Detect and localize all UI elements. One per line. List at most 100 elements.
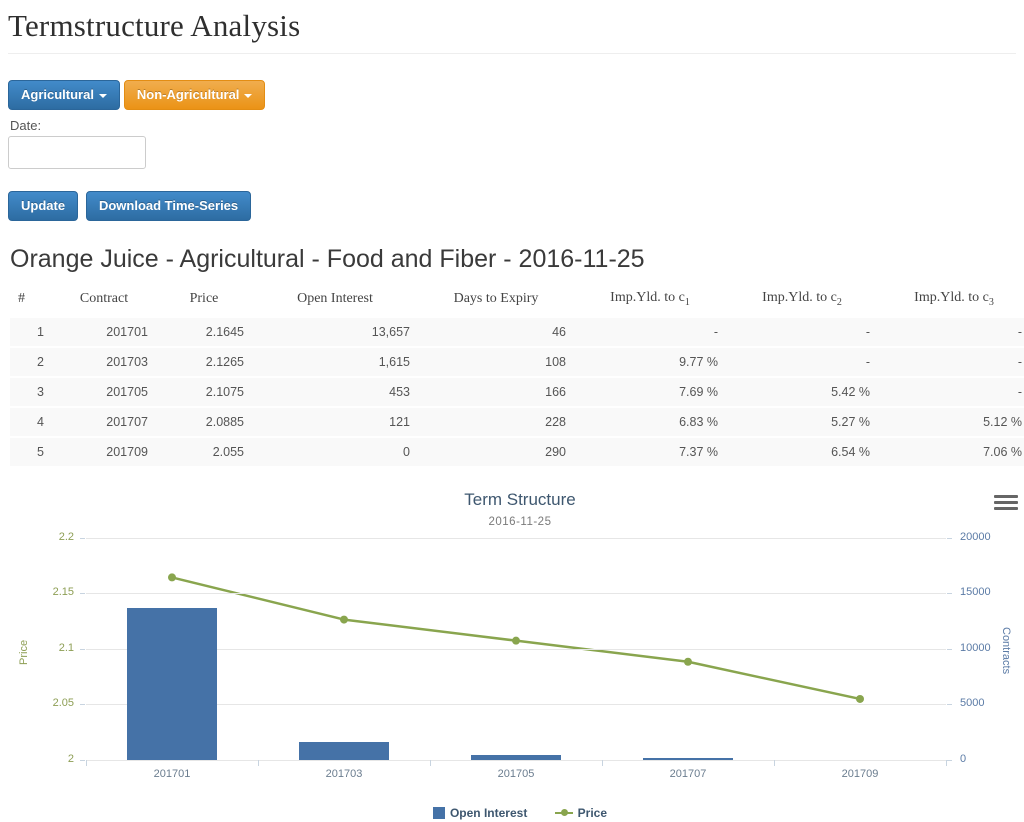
x-axis-tick	[946, 759, 947, 766]
table-column-header-price: Price	[156, 284, 252, 318]
bar-201701[interactable]	[127, 608, 217, 760]
bar-201707[interactable]	[643, 758, 733, 760]
table-cell-y3: -	[878, 345, 1024, 377]
table-cell-num: 4	[10, 405, 52, 437]
table-cell-contract: 201709	[52, 435, 156, 466]
y-axis-left-tick	[80, 537, 85, 539]
gridline	[86, 759, 946, 761]
legend-item-price[interactable]: Price	[554, 805, 608, 820]
x-axis-tick	[86, 759, 87, 766]
table-cell-contract: 201701	[52, 315, 156, 347]
non-agricultural-dropdown-button[interactable]: Non-Agricultural	[123, 80, 266, 110]
hamburger-bar	[994, 500, 1018, 504]
table-cell-price: 2.1265	[156, 345, 252, 377]
agricultural-dropdown-button[interactable]: Agricultural	[8, 80, 120, 110]
table-cell-contract: 201707	[52, 405, 156, 437]
hamburger-icon[interactable]	[992, 490, 1020, 516]
table-header-row: # Contract Price Open Interest Days to Expir…	[10, 284, 1024, 318]
table-cell-num: 5	[10, 435, 52, 466]
table-cell-y1: 7.37 %	[574, 435, 726, 466]
table-column-header-y1: Imp.Yld. to c1	[574, 284, 726, 318]
y-axis-left-tick-label: 2.1	[58, 641, 74, 654]
hamburger-bar	[994, 494, 1018, 498]
table-cell-oi: 13,657	[252, 315, 418, 347]
table-cell-price: 2.1645	[156, 315, 252, 347]
y-axis-right-tick-label: 20000	[960, 530, 991, 543]
table-cell-dte: 46	[418, 315, 574, 347]
table-column-header-dte: Days to Expiry	[418, 284, 574, 318]
y-axis-right-title: Contracts	[1000, 626, 1012, 674]
table-header: # Contract Price Open Interest Days to Expir…	[10, 284, 1024, 318]
bar-201703[interactable]	[299, 741, 389, 760]
price-point-201703[interactable]	[340, 615, 348, 624]
table-cell-y3: 7.06 %	[878, 435, 1024, 466]
table-cell-y2: 6.54 %	[726, 435, 878, 466]
y-axis-left-tick-label: 2.2	[58, 530, 74, 543]
chart-legend: Open Interest Price	[8, 805, 1024, 820]
table-cell-num: 1	[10, 315, 52, 347]
table-cell-y2: 5.42 %	[726, 375, 878, 407]
table-body: 12017012.164513,65746----22017032.12651,…	[10, 315, 1024, 466]
table-cell-y2: -	[726, 315, 878, 347]
table-cell-price: 2.055	[156, 435, 252, 466]
y-axis-right-tick-label: 5000	[960, 697, 985, 710]
x-axis-tick	[258, 759, 259, 766]
table-cell-y1: -	[574, 315, 726, 347]
hamburger-bar	[994, 506, 1018, 510]
action-button-group: Update Download Time-Series	[8, 191, 1016, 221]
download-time-series-button[interactable]: Download Time-Series	[85, 191, 252, 221]
price-point-201705[interactable]	[512, 636, 520, 645]
y-axis-right-tick	[947, 704, 952, 706]
table-cell-contract: 201703	[52, 345, 156, 377]
price-point-201709[interactable]	[856, 694, 864, 703]
y-axis-left-title: Price	[18, 639, 30, 665]
legend-item-open-interest[interactable]: Open Interest	[432, 805, 528, 820]
table-column-header-contract: Contract	[52, 284, 156, 318]
table-row: 22017032.12651,6151089.77 %---	[10, 345, 1024, 377]
update-button[interactable]: Update	[8, 191, 79, 221]
title-divider	[8, 53, 1016, 54]
table-cell-num: 2	[10, 345, 52, 377]
date-label: Date:	[10, 118, 42, 133]
table-cell-oi: 453	[252, 375, 418, 407]
chart-title: Term Structure	[464, 489, 576, 509]
term-structure-chart: Term Structure 2016-11-25 2 0 2.05 5000 2.1 1…	[8, 482, 1024, 822]
table-cell-y1: 6.83 %	[574, 405, 726, 437]
legend-label-open-interest: Open Interest	[449, 805, 528, 820]
page-title: Termstructure Analysis	[8, 8, 301, 43]
x-axis-label-201703: 201703	[325, 767, 363, 780]
y-axis-left-tick	[80, 593, 85, 595]
y-axis-right-tick-label: 15000	[960, 586, 991, 599]
non-agricultural-label: Non-Agricultural	[136, 87, 240, 102]
y-axis-right-tick	[947, 648, 952, 650]
date-input[interactable]	[8, 136, 146, 169]
y-axis-right-tick-label: 0	[960, 752, 967, 765]
y-axis-right-tick	[947, 759, 952, 761]
table-row: 52017092.05502907.37 %6.54 %7.06 %8.96 %	[10, 435, 1024, 466]
bar-201705[interactable]	[471, 754, 561, 760]
y-axis-right-tick-label: 10000	[960, 641, 991, 654]
gridline	[86, 537, 946, 539]
table-cell-dte: 108	[418, 345, 574, 377]
table-cell-y1: 9.77 %	[574, 345, 726, 377]
chart-subtitle: 2016-11-25	[488, 515, 552, 528]
y-axis-left-tick	[80, 648, 85, 650]
table-cell-y3: 5.12 %	[878, 405, 1024, 437]
page-container: Termstructure Analysis Agricultural Non-…	[0, 0, 1024, 822]
table-cell-y2: 5.27 %	[726, 405, 878, 437]
price-point-201701[interactable]	[168, 573, 176, 582]
table-column-header-oi: Open Interest	[252, 284, 418, 318]
legend-line-swatch-icon	[554, 807, 573, 819]
x-axis-tick	[430, 759, 431, 766]
table-cell-oi: 0	[252, 435, 418, 466]
chart-plot-area: 2 0 2.05 5000 2.1 10000 2.15 15000 2.2 20000 Price…	[18, 531, 1012, 780]
table-row: 42017072.08851212286.83 %5.27 %5.12 %-	[10, 405, 1024, 437]
table-cell-y2: -	[726, 345, 878, 377]
y-axis-right-tick	[947, 593, 952, 595]
table-cell-price: 2.0885	[156, 405, 252, 437]
caret-down-icon	[244, 93, 253, 98]
price-point-201707[interactable]	[684, 657, 692, 666]
legend-label-price: Price	[577, 805, 608, 820]
table-column-header-num: #	[10, 284, 52, 318]
termstructure-table: # Contract Price Open Interest Days to Expir…	[10, 284, 1024, 466]
